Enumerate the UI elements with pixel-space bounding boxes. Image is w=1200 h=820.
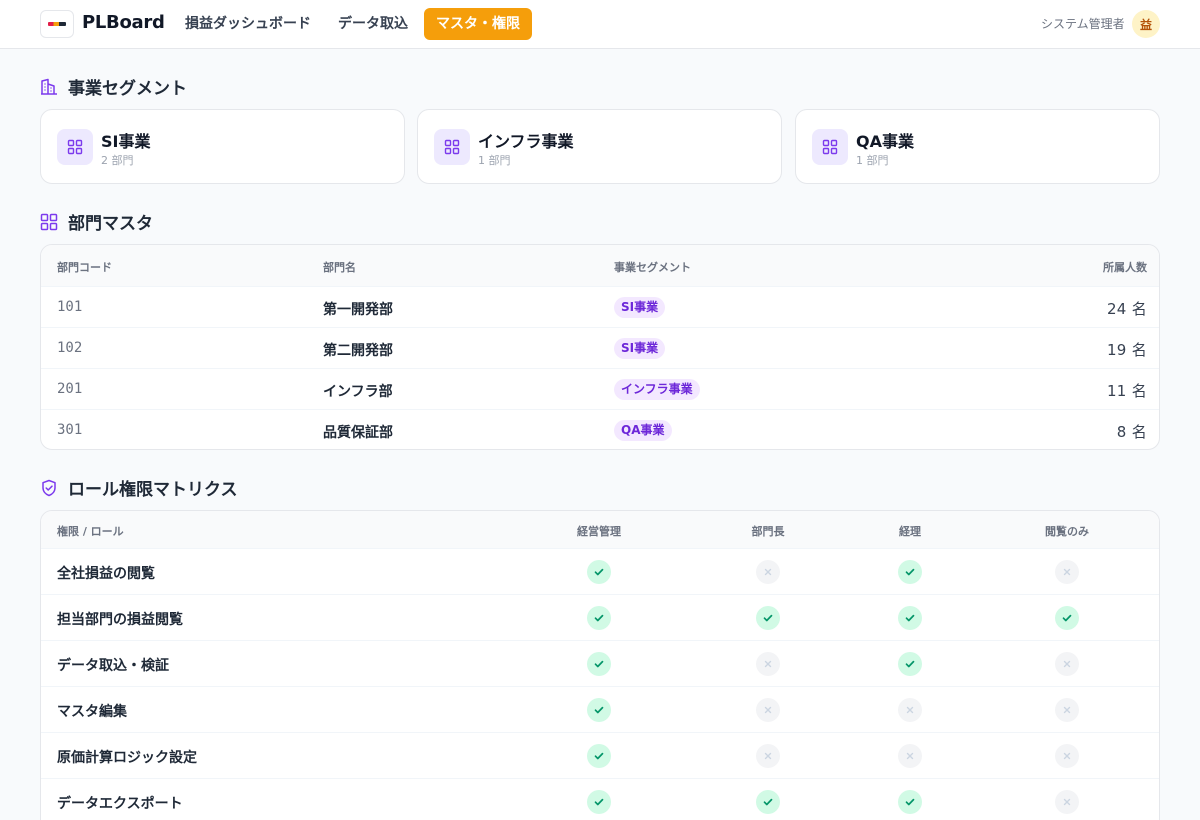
permission-label: データ取込・検証: [57, 658, 169, 674]
cross-icon[interactable]: [1055, 790, 1079, 814]
segment-name: インフラ事業: [478, 132, 574, 151]
segment-badge: QA事業: [614, 420, 672, 441]
table-row[interactable]: 301 品質保証部 QA事業 8 名: [41, 409, 1159, 449]
segment-badge: SI事業: [614, 297, 666, 318]
cross-icon[interactable]: [1055, 744, 1079, 768]
permission-label: マスタ編集: [57, 704, 127, 720]
check-icon[interactable]: [756, 606, 780, 630]
roles-section-header: ロール権限マトリクス: [40, 475, 238, 500]
cross-icon[interactable]: [898, 744, 922, 768]
check-icon[interactable]: [587, 652, 611, 676]
dept-code: 201: [57, 381, 83, 397]
dept-name: インフラ部: [323, 384, 393, 400]
check-icon[interactable]: [1055, 606, 1079, 630]
check-icon[interactable]: [898, 652, 922, 676]
segment-name: QA事業: [856, 132, 914, 151]
headcount: 11 名: [1106, 382, 1147, 400]
column-header-headcount[interactable]: 所属人数: [1103, 259, 1147, 275]
column-header-role: 部門長: [751, 525, 785, 538]
column-header-role: 経営管理: [577, 525, 621, 538]
segment-card-si[interactable]: SI事業 2 部門: [40, 109, 405, 184]
permission-label: 担当部門の損益閲覧: [57, 612, 183, 628]
check-icon[interactable]: [587, 744, 611, 768]
nav-data-import[interactable]: データ取込: [326, 8, 420, 40]
cross-icon[interactable]: [898, 698, 922, 722]
logo-mark: [48, 22, 66, 26]
segment-card-infra[interactable]: インフラ事業 1 部門: [417, 109, 782, 184]
check-icon[interactable]: [587, 606, 611, 630]
segment-name: SI事業: [101, 132, 151, 151]
segment-dept-count: 1 部門: [856, 154, 889, 167]
column-header-code[interactable]: 部門コード: [57, 259, 112, 275]
segment-card-qa[interactable]: QA事業 1 部門: [795, 109, 1160, 184]
table-row: 全社損益の閲覧: [41, 548, 1159, 594]
permission-label: 全社損益の閲覧: [57, 566, 155, 582]
app-logo[interactable]: [40, 10, 74, 38]
cross-icon[interactable]: [1055, 652, 1079, 676]
dept-name: 第一開発部: [323, 302, 393, 318]
check-icon[interactable]: [898, 606, 922, 630]
departments-section-header: 部門マスタ: [40, 209, 153, 234]
cross-icon[interactable]: [756, 698, 780, 722]
building-icon: [40, 78, 58, 96]
table-row[interactable]: 102 第二開発部 SI事業 19 名: [41, 327, 1159, 368]
department-table: 部門コード 部門名 事業セグメント 所属人数 101 第一開発部 SI事業 24…: [40, 244, 1160, 450]
column-header-permission: 権限 / ロール: [57, 525, 124, 538]
check-icon[interactable]: [587, 560, 611, 584]
headcount: 8 名: [1116, 423, 1147, 441]
dept-name: 品質保証部: [323, 425, 393, 441]
cross-icon[interactable]: [756, 560, 780, 584]
cross-icon[interactable]: [1055, 560, 1079, 584]
avatar[interactable]: 益: [1132, 10, 1160, 38]
shield-check-icon: [40, 479, 58, 497]
roles-title: ロール権限マトリクス: [68, 480, 238, 500]
grid-icon: [57, 129, 93, 165]
nav-master-permissions[interactable]: マスタ・権限: [424, 8, 532, 40]
table-row: 担当部門の損益閲覧: [41, 594, 1159, 640]
table-row: データ取込・検証: [41, 640, 1159, 686]
check-icon[interactable]: [898, 790, 922, 814]
dept-code: 102: [57, 340, 83, 356]
grid-icon: [40, 213, 58, 231]
dept-code: 101: [57, 299, 83, 315]
check-icon[interactable]: [898, 560, 922, 584]
top-bar: PLBoard 損益ダッシュボード データ取込 マスタ・権限 システム管理者 益: [0, 0, 1200, 49]
permission-label: データエクスポート: [57, 796, 183, 812]
segment-badge: SI事業: [614, 338, 666, 359]
departments-title: 部門マスタ: [68, 214, 153, 234]
check-icon[interactable]: [587, 698, 611, 722]
nav-pl-dashboard[interactable]: 損益ダッシュボード: [173, 8, 323, 40]
segments-title: 事業セグメント: [68, 79, 187, 99]
role-permission-matrix: 権限 / ロール 経営管理 部門長 経理 閲覧のみ 全社損益の閲覧担当部門の損益…: [40, 510, 1160, 820]
cross-icon[interactable]: [756, 744, 780, 768]
cross-icon[interactable]: [756, 652, 780, 676]
grid-icon: [812, 129, 848, 165]
table-row: マスタ編集: [41, 686, 1159, 732]
headcount: 19 名: [1106, 341, 1147, 359]
column-header-name[interactable]: 部門名: [323, 259, 356, 275]
cross-icon[interactable]: [1055, 698, 1079, 722]
headcount: 24 名: [1106, 300, 1147, 318]
table-header: 部門コード 部門名 事業セグメント 所属人数: [41, 245, 1159, 286]
table-header: 権限 / ロール 経営管理 部門長 経理 閲覧のみ: [41, 511, 1159, 548]
brand-name[interactable]: PLBoard: [82, 12, 165, 33]
column-header-segment[interactable]: 事業セグメント: [614, 259, 691, 275]
segments-section-header: 事業セグメント: [40, 74, 187, 99]
table-row[interactable]: 101 第一開発部 SI事業 24 名: [41, 286, 1159, 327]
table-row[interactable]: 201 インフラ部 インフラ事業 11 名: [41, 368, 1159, 409]
table-row: データエクスポート: [41, 778, 1159, 820]
column-header-role: 閲覧のみ: [1045, 525, 1089, 538]
grid-icon: [434, 129, 470, 165]
segment-dept-count: 2 部門: [101, 154, 134, 167]
check-icon[interactable]: [587, 790, 611, 814]
check-icon[interactable]: [756, 790, 780, 814]
segment-dept-count: 1 部門: [478, 154, 511, 167]
dept-code: 301: [57, 422, 83, 438]
table-row: 原価計算ロジック設定: [41, 732, 1159, 778]
dept-name: 第二開発部: [323, 343, 393, 359]
permission-label: 原価計算ロジック設定: [57, 750, 197, 766]
column-header-role: 経理: [899, 525, 921, 538]
segment-badge: インフラ事業: [614, 379, 700, 400]
user-name: システム管理者: [1041, 17, 1125, 31]
